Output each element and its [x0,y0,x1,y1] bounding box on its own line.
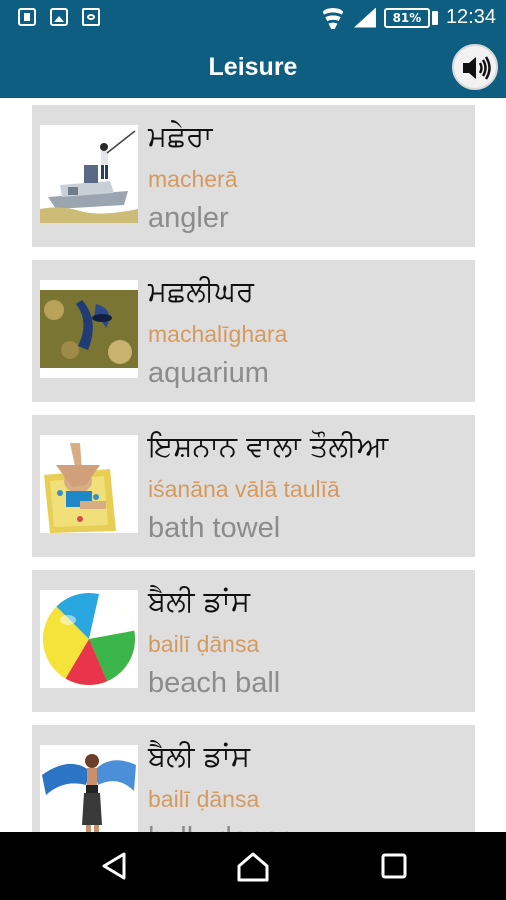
system-icons: 81% 12:34 [320,6,496,29]
list-item[interactable]: ਮਛਲੀਘਰ machalīghara aquarium [32,260,475,402]
status-bar: 81% 12:34 [0,0,506,36]
item-image [40,280,138,378]
list-item[interactable]: ਮਛੇਰਾ macherā angler [32,105,475,247]
word-list: ਮਛੇਰਾ macherā angler ਮਛਲੀਘਰ machalīghara… [0,98,506,832]
app-bar: Leisure [0,36,506,98]
punjabi-word: ਬੈਲੀ ਡਾਂਸ [148,739,251,773]
back-button[interactable] [96,850,132,882]
speaker-icon [463,56,491,80]
notification-icons [18,8,100,26]
bath-towel-image [40,435,138,533]
transliteration: machalīghara [148,321,288,347]
punjabi-word: ਮਛਲੀਘਰ [148,274,254,308]
list-item[interactable]: ਬੈਲੀ ਡਾਂਸ bailī ḍānsa belly dance [32,725,475,832]
english-word: angler [148,202,229,234]
list-item[interactable]: ਇਸ਼ਨਾਨ ਵਾਲਾ ਤੌਲੀਆ iśanāna vālā taulīā ba… [32,415,475,557]
english-word: beach ball [148,667,281,699]
punjabi-word: ਇਸ਼ਨਾਨ ਵਾਲਾ ਤੌਲੀਆ [148,429,389,463]
english-word: bath towel [148,512,281,544]
item-image [40,125,138,223]
app-notification-icon [82,8,100,26]
punjabi-word: ਬੈਲੀ ਡਾਂਸ [148,584,251,618]
item-image [40,435,138,533]
recents-icon [381,853,407,879]
sim-card-icon [18,8,36,26]
home-icon [237,852,269,882]
list-item[interactable]: ਬੈਲੀ ਡਾਂਸ bailī ḍānsa beach ball [32,570,475,712]
back-icon [102,852,126,880]
item-image [40,745,138,832]
aquarium-fish-image [40,280,138,378]
punjabi-word: ਮਛੇਰਾ [148,119,213,153]
transliteration: macherā [148,166,238,192]
belly-dancer-image [40,745,138,832]
transliteration: bailī ḍānsa [148,786,260,812]
english-word: aquarium [148,357,269,389]
battery-nub [431,10,438,25]
speaker-button[interactable] [452,44,498,90]
battery-level: 81% [392,10,422,25]
navigation-bar [0,832,506,900]
beach-ball-image [40,590,138,688]
clock: 12:34 [445,6,496,28]
item-image [40,590,138,688]
english-word: belly dance [148,822,295,832]
angler-boat-image [40,125,138,223]
transliteration: iśanāna vālā taulīā [148,476,340,502]
home-button[interactable] [235,850,271,882]
wifi-icon [320,7,346,29]
transliteration: bailī ḍānsa [148,631,260,657]
image-icon [50,8,68,26]
recents-button[interactable] [376,850,412,882]
battery-icon: 81% [383,7,430,28]
page-title: Leisure [208,53,298,81]
signal-icon [353,7,376,28]
